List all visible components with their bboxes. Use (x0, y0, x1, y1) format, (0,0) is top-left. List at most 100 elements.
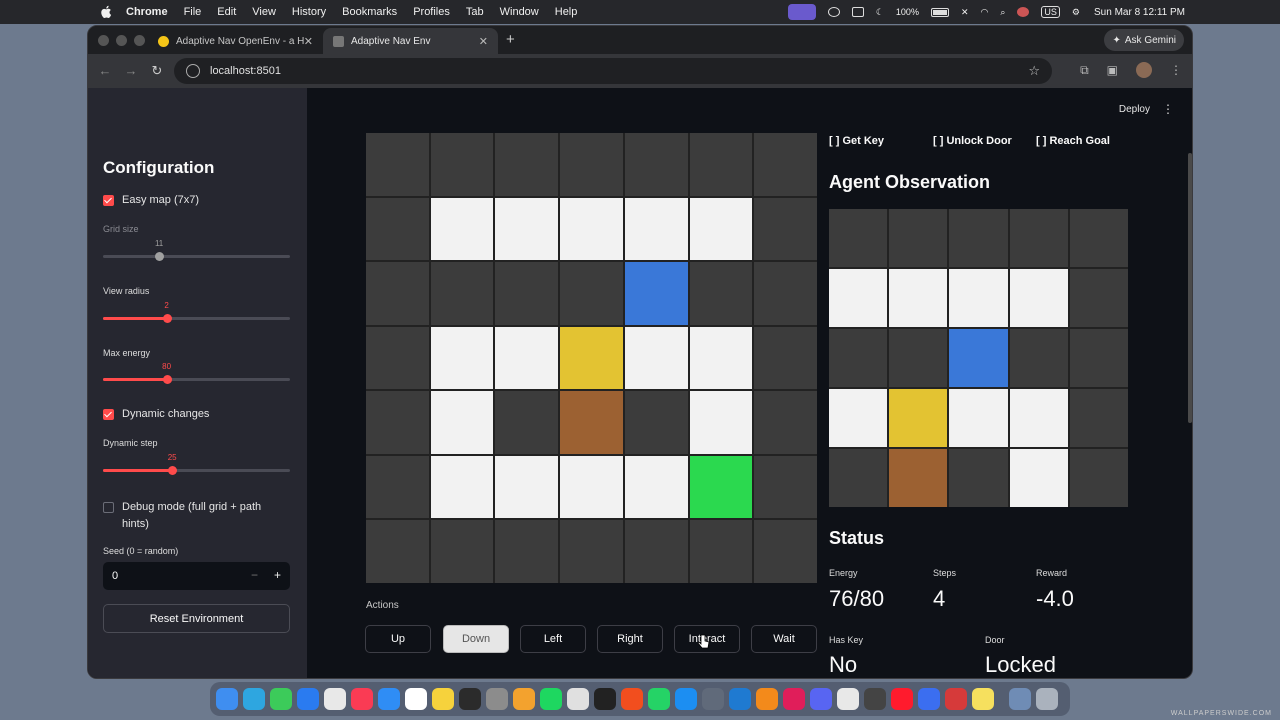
keynote-icon[interactable] (918, 688, 940, 710)
tab-adaptive-nav-env[interactable]: Adaptive Nav Env ✕ (323, 28, 498, 54)
mute-icon[interactable]: ✕ (961, 7, 969, 18)
dynamic-changes-checkbox[interactable]: Dynamic changes (103, 408, 209, 420)
seed-input[interactable]: 0 − + (103, 562, 290, 590)
menu-bookmarks[interactable]: Bookmarks (342, 6, 397, 18)
max-energy-slider[interactable]: 80 (103, 362, 290, 384)
menu-clock[interactable]: Sun Mar 8 12:11 PM (1094, 7, 1185, 18)
minimize-window-icon[interactable] (116, 35, 127, 46)
checkbox-unchecked-icon[interactable] (103, 502, 114, 513)
messages-icon[interactable] (270, 688, 292, 710)
url-text[interactable]: localhost:8501 (210, 65, 281, 77)
telegram-icon[interactable] (243, 688, 265, 710)
slider-thumb[interactable] (162, 375, 172, 384)
slider-thumb[interactable] (162, 314, 172, 323)
user-icon[interactable] (1017, 7, 1030, 17)
stickies-icon[interactable] (972, 688, 994, 710)
reload-icon[interactable]: ↻ (144, 63, 170, 79)
notes-icon[interactable] (432, 688, 454, 710)
view-radius-slider[interactable]: 2 (103, 301, 290, 323)
chrome-icon[interactable] (837, 688, 859, 710)
music-icon[interactable] (351, 688, 373, 710)
checkbox-checked-icon[interactable] (103, 195, 114, 206)
site-info-icon[interactable] (186, 64, 200, 78)
easy-map-checkbox[interactable]: Easy map (7x7) (103, 194, 199, 206)
trash-icon[interactable] (1036, 688, 1058, 710)
dynamic-step-slider[interactable]: 25 (103, 453, 290, 475)
launchpad-icon[interactable] (324, 688, 346, 710)
battery-icon[interactable] (930, 7, 949, 17)
menu-view[interactable]: View (252, 6, 276, 18)
tab-search-icon[interactable]: ▣ (1107, 63, 1118, 77)
menu-help[interactable]: Help (555, 6, 578, 18)
down-button[interactable]: Down (443, 625, 509, 653)
search-icon[interactable]: ⌕ (1000, 7, 1005, 18)
decrement-icon[interactable]: − (251, 568, 258, 582)
safari-icon[interactable] (378, 688, 400, 710)
debug-mode-checkbox[interactable]: Debug mode (full grid + path hints) (103, 499, 261, 533)
display-icon[interactable] (851, 7, 864, 17)
right-button[interactable]: Right (597, 625, 663, 653)
chrome-menu-icon[interactable]: ⋮ (1170, 63, 1182, 77)
settings-icon[interactable] (486, 688, 508, 710)
wait-button[interactable]: Wait (751, 625, 817, 653)
moon-icon[interactable]: ☾ (876, 7, 884, 18)
menu-history[interactable]: History (292, 6, 326, 18)
wifi-icon[interactable]: ◠ (981, 7, 989, 18)
parallels-icon[interactable] (945, 688, 967, 710)
zoom-window-icon[interactable] (134, 35, 145, 46)
terminal-icon[interactable] (459, 688, 481, 710)
ask-gemini-label: Ask Gemini (1124, 34, 1176, 46)
focus-icon[interactable] (827, 7, 840, 17)
opera-icon[interactable] (891, 688, 913, 710)
back-icon[interactable]: ← (92, 63, 118, 79)
menu-file[interactable]: File (184, 6, 202, 18)
seed-value[interactable]: 0 (112, 570, 118, 582)
menu-chrome[interactable]: Chrome (126, 6, 168, 18)
reset-environment-button[interactable]: Reset Environment (103, 604, 290, 633)
menu-tab[interactable]: Tab (466, 6, 484, 18)
close-tab-icon[interactable]: ✕ (479, 35, 488, 48)
checkbox-checked-icon[interactable] (103, 409, 114, 420)
screen-record-icon[interactable] (787, 4, 816, 20)
main-menu-icon[interactable]: ⋮ (1162, 102, 1174, 116)
xcode-icon[interactable] (675, 688, 697, 710)
close-window-icon[interactable] (98, 35, 109, 46)
pages-icon[interactable] (513, 688, 535, 710)
spotify-icon[interactable] (540, 688, 562, 710)
menu-profiles[interactable]: Profiles (413, 6, 450, 18)
tab-openenv[interactable]: Adaptive Nav OpenEnv - a Hu ✕ (148, 28, 323, 54)
apple-icon[interactable] (100, 5, 112, 19)
address-bar[interactable]: localhost:8501 ☆ (174, 58, 1052, 84)
extensions-icon[interactable]: ⧉ (1080, 63, 1089, 78)
deploy-button[interactable]: Deploy (1119, 104, 1150, 115)
bookmark-star-icon[interactable]: ☆ (1028, 63, 1040, 79)
ask-gemini-button[interactable]: ✦ Ask Gemini (1104, 29, 1184, 51)
calendar-icon[interactable] (405, 688, 427, 710)
discord-icon[interactable] (810, 688, 832, 710)
left-button[interactable]: Left (520, 625, 586, 653)
folder-icon[interactable] (1009, 688, 1031, 710)
slack-icon[interactable] (783, 688, 805, 710)
close-tab-icon[interactable]: ✕ (304, 35, 313, 48)
main-scrollbar[interactable] (1188, 153, 1192, 423)
finder-icon[interactable] (216, 688, 238, 710)
menu-edit[interactable]: Edit (217, 6, 236, 18)
whatsapp-icon[interactable] (648, 688, 670, 710)
menu-window[interactable]: Window (500, 6, 539, 18)
figma-icon[interactable] (621, 688, 643, 710)
screenshot-icon[interactable] (567, 688, 589, 710)
vscode-icon[interactable] (729, 688, 751, 710)
vlc-icon[interactable] (756, 688, 778, 710)
app-store-icon[interactable] (297, 688, 319, 710)
new-tab-icon[interactable]: + (506, 31, 515, 48)
slider-thumb[interactable] (168, 466, 178, 475)
network-icon[interactable] (702, 688, 724, 710)
up-button[interactable]: Up (365, 625, 431, 653)
cursor-icon[interactable] (864, 688, 886, 710)
increment-icon[interactable]: + (274, 568, 281, 582)
claquette-icon[interactable] (594, 688, 616, 710)
forward-icon[interactable]: → (118, 63, 144, 79)
profile-avatar[interactable] (1136, 62, 1152, 78)
control-center-icon[interactable]: ⚙ (1072, 7, 1080, 18)
input-source[interactable]: US (1041, 6, 1060, 18)
